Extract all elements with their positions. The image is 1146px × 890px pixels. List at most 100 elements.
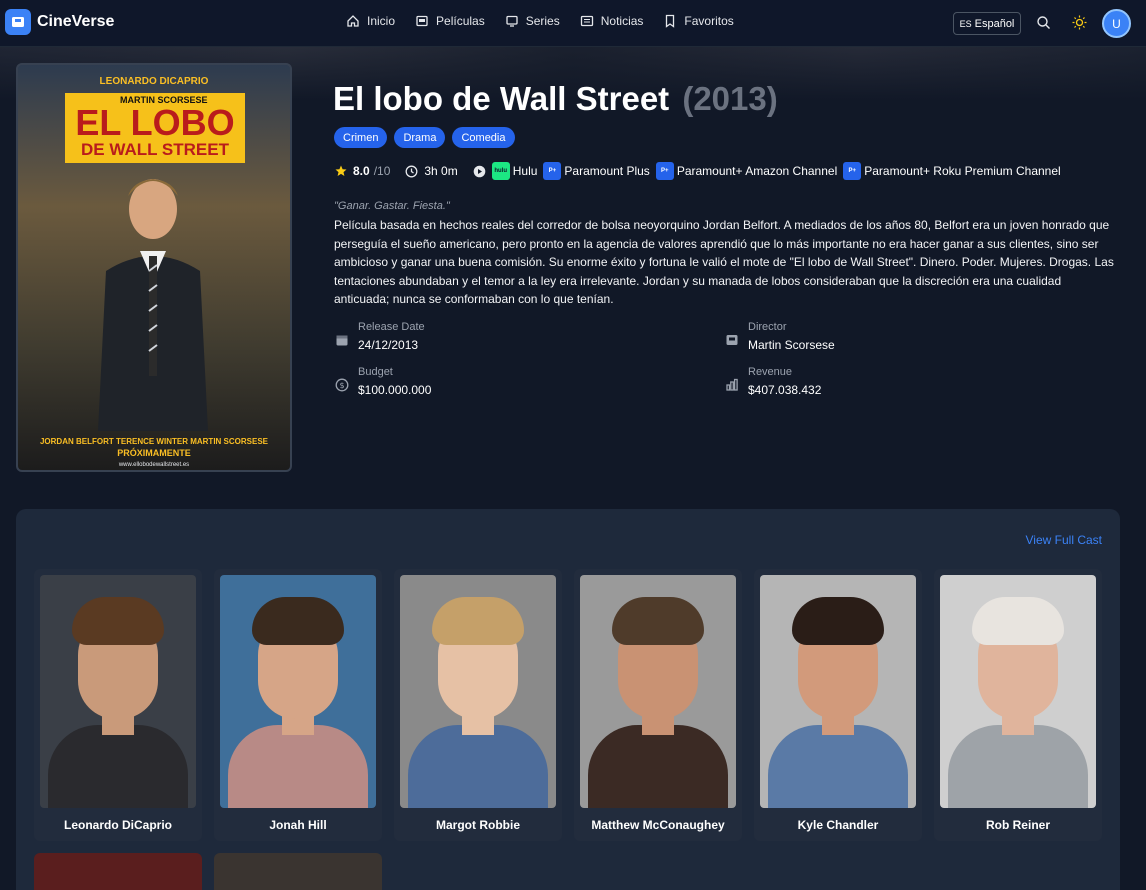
language-code: ES bbox=[959, 18, 972, 29]
nav-label: Series bbox=[525, 14, 560, 28]
cast-photo bbox=[940, 575, 1096, 808]
film-icon bbox=[726, 335, 738, 345]
dollar-icon: $ bbox=[335, 378, 349, 392]
provider-hulu[interactable]: hulu Hulu bbox=[491, 162, 538, 180]
fact-label: Revenue bbox=[748, 366, 793, 378]
fact-value: $100.000.000 bbox=[358, 383, 432, 397]
newspaper-icon bbox=[580, 15, 593, 27]
poster-title-line2: DE WALL STREET bbox=[81, 140, 229, 159]
poster-credits: JORDAN BELFORT TERENCE WINTER MARTIN SCO… bbox=[39, 437, 268, 446]
cast-card-partial[interactable] bbox=[34, 853, 202, 890]
portrait-torso bbox=[768, 725, 908, 808]
genre-chip[interactable]: Crimen bbox=[334, 127, 388, 148]
cast-card-partial[interactable] bbox=[214, 853, 382, 890]
portrait-hair bbox=[972, 597, 1064, 645]
portrait-hair bbox=[792, 597, 884, 645]
nav-label: Películas bbox=[436, 14, 485, 28]
portrait-hair bbox=[252, 597, 344, 645]
cast-photo bbox=[760, 575, 916, 808]
nav-item-favoritos[interactable]: Favoritos bbox=[663, 14, 734, 28]
cast-card[interactable]: Rob Reiner bbox=[934, 569, 1102, 841]
language-label: Español bbox=[974, 17, 1015, 30]
genre-chip[interactable]: Drama bbox=[394, 127, 446, 148]
movie-title: El lobo de Wall Street (2013) bbox=[333, 80, 778, 118]
poster-title-line1: EL LOBO bbox=[75, 102, 235, 143]
user-avatar[interactable]: U bbox=[1102, 9, 1131, 38]
provider-paramount-amazon[interactable]: P+ Paramount+ Amazon Channel bbox=[655, 162, 837, 180]
nav-item-inicio[interactable]: Inicio bbox=[346, 14, 395, 28]
cast-photo bbox=[40, 575, 196, 808]
poster-actor: LEONARDO DICAPRIO bbox=[99, 76, 209, 87]
tv-icon bbox=[506, 15, 518, 27]
provider-name: Paramount Plus bbox=[564, 164, 650, 178]
movie-poster: LEONARDO DICAPRIO EL LOBO DE WALL STREET… bbox=[16, 63, 292, 472]
runtime: 3h 0m bbox=[424, 164, 458, 178]
portrait-torso bbox=[588, 725, 728, 808]
play-circle-icon bbox=[473, 165, 486, 177]
cast-card[interactable]: Jonah Hill bbox=[214, 569, 382, 841]
fact-value: $407.038.432 bbox=[748, 383, 822, 397]
star-icon bbox=[335, 165, 347, 176]
rating-value: 8.0 bbox=[353, 164, 370, 178]
provider-paramount-roku[interactable]: P+ Paramount+ Roku Premium Channel bbox=[843, 162, 1061, 180]
fact-label: Release Date bbox=[358, 321, 425, 333]
fact-label: Director bbox=[748, 321, 787, 333]
film-logo-icon bbox=[5, 9, 31, 35]
cast-card[interactable]: Leonardo DiCaprio bbox=[34, 569, 202, 841]
calendar-icon bbox=[336, 335, 348, 346]
cast-name: Jonah Hill bbox=[269, 818, 327, 832]
film-icon bbox=[416, 15, 428, 27]
portrait-torso bbox=[48, 725, 188, 808]
movie-overview: Película basada en hechos reales del cor… bbox=[334, 218, 1114, 306]
view-full-cast-link[interactable]: View Full Cast bbox=[1026, 533, 1102, 547]
top-navbar: CineVerse Inicio Películas Series Notici… bbox=[0, 0, 1146, 47]
cast-name: Margot Robbie bbox=[436, 818, 520, 832]
portrait-torso bbox=[948, 725, 1088, 808]
movie-title-text: El lobo de Wall Street bbox=[333, 80, 670, 117]
portrait-hair bbox=[432, 597, 524, 645]
paramount-logo-icon: P+ bbox=[843, 162, 862, 180]
fact-director: Director Martin Scorsese bbox=[724, 321, 835, 352]
cast-name: Leonardo DiCaprio bbox=[63, 818, 172, 832]
main-nav: Inicio Películas Series Noticias Favorit… bbox=[346, 14, 754, 28]
cast-card[interactable]: Matthew McConaughey bbox=[574, 569, 742, 841]
portrait-hair bbox=[72, 597, 164, 645]
cast-name: Rob Reiner bbox=[985, 818, 1050, 832]
portrait-hair bbox=[612, 597, 704, 645]
genre-chip[interactable]: Comedia bbox=[452, 127, 515, 148]
portrait-torso bbox=[228, 725, 368, 808]
search-button[interactable] bbox=[1036, 15, 1051, 35]
provider-name: Hulu bbox=[512, 164, 538, 178]
poster-figure bbox=[98, 179, 208, 431]
nav-label: Favoritos bbox=[684, 14, 734, 28]
rating-max: /10 bbox=[373, 164, 391, 178]
nav-label: Noticias bbox=[600, 14, 644, 28]
paramount-logo-icon: P+ bbox=[655, 162, 674, 180]
provider-name: Paramount+ Roku Premium Channel bbox=[864, 164, 1061, 178]
fact-revenue: Revenue $407.038.432 bbox=[724, 366, 821, 397]
nav-item-noticias[interactable]: Noticias bbox=[580, 14, 644, 28]
movie-year: (2013) bbox=[682, 80, 778, 117]
fact-label: Budget bbox=[358, 366, 393, 378]
nav-item-peliculas[interactable]: Películas bbox=[415, 14, 485, 28]
portrait-torso bbox=[408, 725, 548, 808]
paramount-logo-icon: P+ bbox=[543, 162, 562, 180]
language-button[interactable]: ES Español bbox=[953, 12, 1021, 35]
brand-name: CineVerse bbox=[37, 13, 115, 30]
fact-value: Martin Scorsese bbox=[748, 338, 835, 352]
theme-toggle-button[interactable] bbox=[1072, 15, 1087, 35]
cast-photo bbox=[220, 575, 376, 808]
poster-coming-soon: PRÓXIMAMENTE bbox=[117, 448, 191, 458]
brand[interactable]: CineVerse bbox=[5, 9, 114, 35]
provider-paramount-plus[interactable]: P+ Paramount Plus bbox=[543, 162, 650, 180]
nav-item-series[interactable]: Series bbox=[505, 14, 560, 28]
bookmark-icon bbox=[666, 14, 675, 28]
movie-meta: 8.0 /10 3h 0m hulu Hulu P+ Paramount Plu… bbox=[335, 162, 1061, 180]
movie-tagline: "Ganar. Gastar. Fiesta." bbox=[334, 200, 450, 212]
search-icon bbox=[1037, 16, 1050, 29]
poster-director: MARTIN SCORSESE bbox=[120, 95, 208, 105]
cast-name: Kyle Chandler bbox=[797, 818, 879, 832]
cast-card[interactable]: Kyle Chandler bbox=[754, 569, 922, 841]
nav-label: Inicio bbox=[367, 14, 396, 28]
cast-card[interactable]: Margot Robbie bbox=[394, 569, 562, 841]
